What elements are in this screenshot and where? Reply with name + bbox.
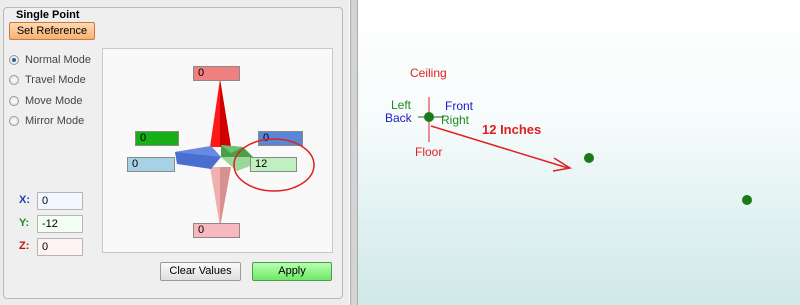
left-label: Left	[391, 98, 412, 112]
z-label: Z:	[19, 240, 30, 252]
apply-button[interactable]: Apply	[252, 262, 332, 281]
radio-travel-mode[interactable]: Travel Mode	[9, 73, 86, 87]
ceiling-label: Ceiling	[410, 66, 447, 80]
left-lightblue-value-box[interactable]: 0	[127, 157, 175, 172]
front-label: Front	[445, 99, 474, 113]
direction-gizmo-panel: 0 0 0 0 12 0	[102, 48, 333, 253]
radio-icon	[9, 116, 19, 126]
radio-mirror-mode[interactable]: Mirror Mode	[9, 114, 84, 128]
radio-label: Normal Mode	[25, 54, 92, 66]
y-input[interactable]: -12	[37, 215, 83, 233]
radio-icon	[9, 96, 19, 106]
radio-selected-icon	[9, 55, 19, 65]
floor-label: Floor	[415, 145, 443, 159]
target-point[interactable]	[584, 153, 594, 163]
splitter-bar[interactable]	[350, 0, 358, 305]
y-label: Y:	[19, 217, 30, 229]
down-value-box[interactable]: 0	[193, 223, 240, 238]
left-panel: Single Point Set Reference Normal Mode T…	[0, 0, 349, 305]
distance-label: 12 Inches	[482, 122, 542, 137]
back-label: Back	[385, 111, 412, 125]
radio-normal-mode[interactable]: Normal Mode	[9, 53, 91, 67]
front-value-box[interactable]: 12	[250, 157, 297, 172]
z-input[interactable]: 0	[37, 238, 83, 256]
radio-label: Travel Mode	[25, 74, 86, 86]
other-point[interactable]	[742, 195, 752, 205]
right-blue-value-box[interactable]: 0	[258, 131, 303, 146]
radio-label: Mirror Mode	[25, 115, 85, 127]
clear-values-button[interactable]: Clear Values	[160, 262, 241, 281]
reference-point[interactable]	[424, 112, 434, 122]
3d-viewport[interactable]: Ceiling Left Front Back Right Floor 12 I…	[358, 0, 800, 305]
radio-icon	[9, 75, 19, 85]
x-input[interactable]: 0	[37, 192, 83, 210]
radio-move-mode[interactable]: Move Mode	[9, 94, 82, 108]
left-green-value-box[interactable]: 0	[135, 131, 179, 146]
up-value-box[interactable]: 0	[193, 66, 240, 81]
x-label: X:	[19, 194, 30, 206]
radio-label: Move Mode	[25, 95, 83, 107]
groupbox-title: Single Point	[14, 9, 82, 21]
right-label: Right	[441, 113, 470, 127]
set-reference-button[interactable]: Set Reference	[9, 22, 95, 40]
